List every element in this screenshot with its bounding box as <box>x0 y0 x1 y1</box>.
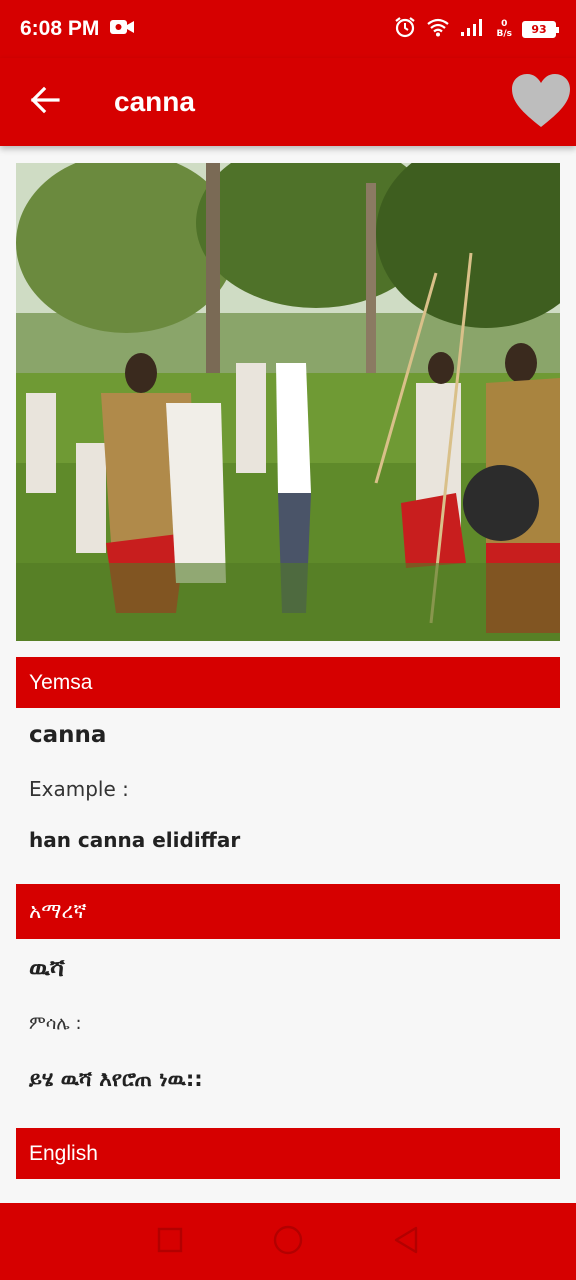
favorite-button[interactable] <box>510 72 572 132</box>
network-speed-value: 0 <box>501 19 508 29</box>
battery-icon: 93 <box>522 20 559 38</box>
status-right: 0 B/s 93 <box>394 16 559 42</box>
status-bar: 6:08 PM 0 B/s 93 <box>0 0 576 58</box>
yemsa-word: canna <box>29 722 107 748</box>
yemsa-example: han canna elidiffar <box>29 828 241 852</box>
back-nav-button[interactable] <box>392 1225 420 1259</box>
content: Yemsa canna Example : han canna elidiffa… <box>16 163 560 1179</box>
battery-level: 93 <box>531 22 547 36</box>
home-button[interactable] <box>272 1224 304 1260</box>
wifi-icon <box>426 17 450 41</box>
cultural-dance-photo <box>16 163 560 641</box>
signal-icon <box>460 17 486 41</box>
amharic-example: ይሄ ዉሻ እየሮጠ ነዉ:: <box>29 1067 203 1091</box>
section-header-yemsa: Yemsa <box>16 657 560 708</box>
screen: 6:08 PM 0 B/s 93 canna Yemsa canna Examp… <box>0 0 576 1280</box>
alarm-icon <box>394 16 416 42</box>
circle-icon <box>273 1225 303 1254</box>
status-time: 6:08 PM <box>20 17 100 40</box>
amharic-example-label: ምሳሌ : <box>29 1013 82 1034</box>
square-icon <box>157 1227 183 1252</box>
heart-icon <box>510 74 572 134</box>
status-left: 6:08 PM <box>20 17 135 41</box>
page-title: canna <box>114 86 195 117</box>
section-header-amharic: አማረኛ <box>16 884 560 939</box>
yemsa-example-label: Example : <box>29 777 129 801</box>
recent-apps-button[interactable] <box>156 1226 184 1258</box>
amharic-word: ዉሻ <box>29 954 65 982</box>
arrow-left-icon <box>30 86 60 118</box>
app-bar: canna <box>0 58 576 146</box>
network-speed-unit: B/s <box>496 29 512 39</box>
section-header-english: English <box>16 1128 560 1179</box>
back-button[interactable] <box>0 58 90 146</box>
triangle-back-icon <box>394 1226 418 1253</box>
video-camera-icon <box>109 17 135 41</box>
system-nav-bar <box>0 1203 576 1280</box>
network-speed: 0 B/s <box>496 19 512 39</box>
